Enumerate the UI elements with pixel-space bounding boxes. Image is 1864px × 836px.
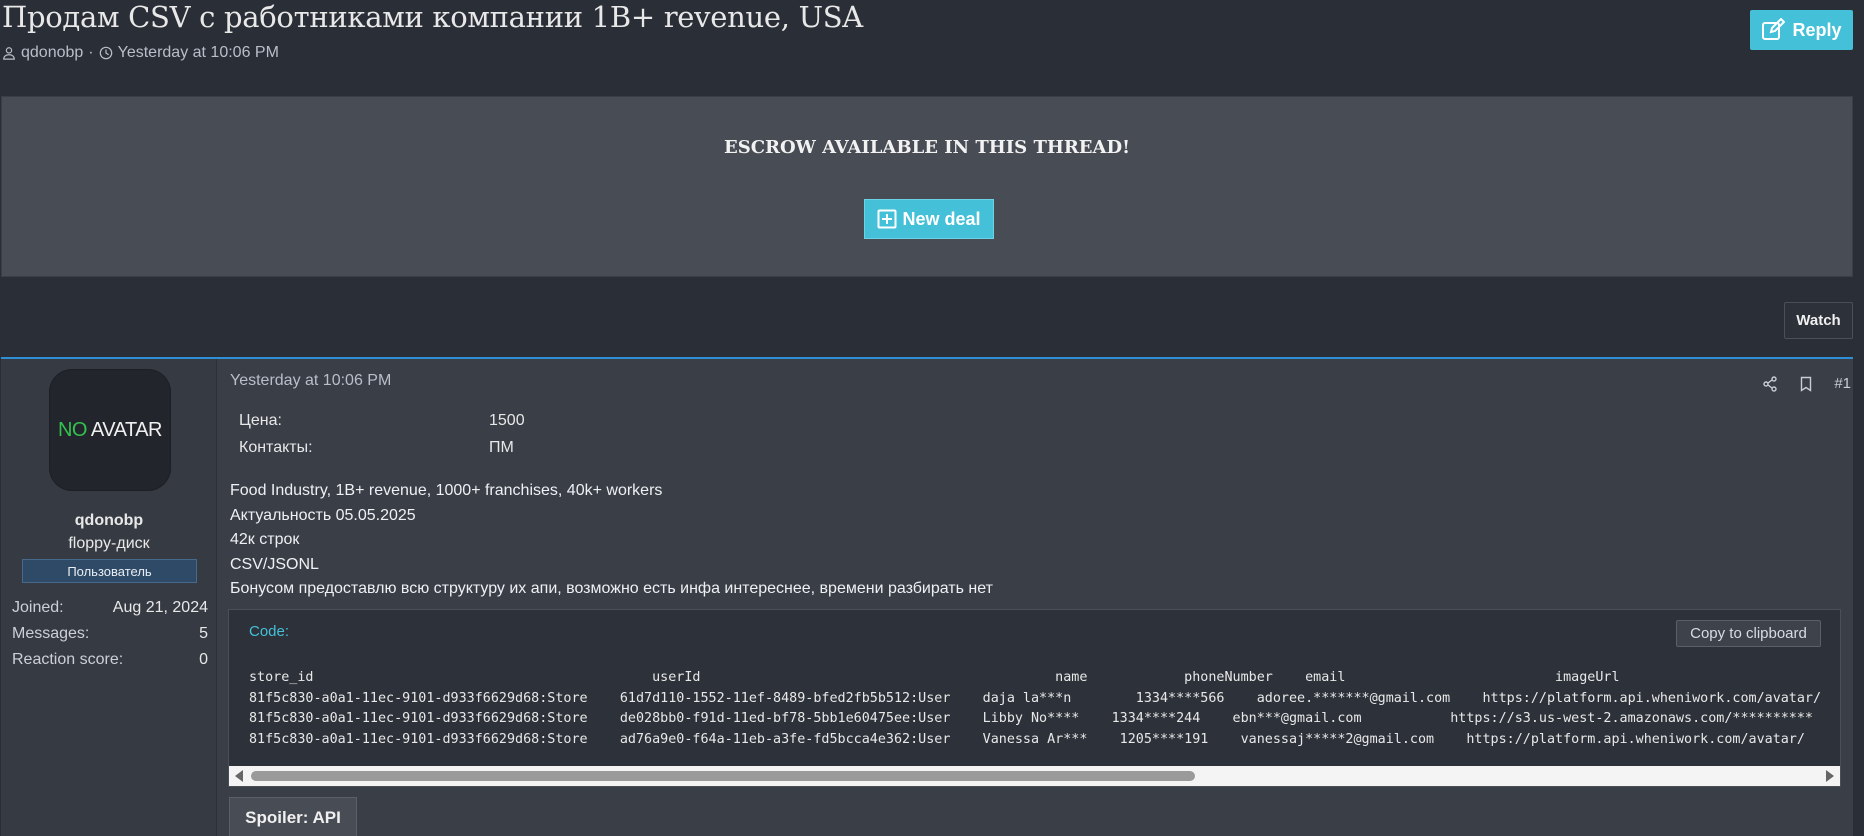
new-deal-button[interactable]: New deal	[864, 199, 994, 239]
new-deal-label: New deal	[902, 208, 981, 229]
stat-value[interactable]: 5	[199, 621, 208, 647]
body-line: CSV/JSONL	[230, 555, 319, 573]
code-horizontal-scrollbar[interactable]	[229, 766, 1840, 786]
code-label: Code:	[249, 623, 290, 640]
field-label: Цена:	[239, 412, 282, 429]
stat-reaction-score: Reaction score: 0	[12, 647, 208, 673]
scroll-left-arrow-icon[interactable]	[235, 770, 243, 782]
bookmark-icon[interactable]	[1798, 376, 1814, 392]
field-price: Цена: 1500	[239, 407, 525, 434]
user-banner: Пользователь	[22, 559, 197, 583]
stat-value: Aug 21, 2024	[112, 599, 208, 616]
stat-value: 0	[199, 651, 208, 668]
plus-square-icon	[877, 209, 897, 229]
stat-label: Messages:	[12, 625, 90, 642]
user-icon	[3, 47, 15, 60]
post-actions: #1	[1762, 375, 1851, 392]
stat-label: Reaction score:	[12, 651, 124, 668]
body-line: Food Industry, 1B+ revenue, 1000+ franch…	[230, 482, 663, 499]
thread-title: Продам CSV с работниками компании 1B+ re…	[2, 0, 863, 34]
post-body: Food Industry, 1B+ revenue, 1000+ franch…	[230, 479, 993, 602]
reply-button[interactable]: Reply	[1750, 10, 1853, 50]
code-line: 81f5c830-a0a1-11ec-9101-d933f6629d68:Sto…	[249, 690, 1822, 706]
stat-label: Joined:	[12, 599, 64, 616]
field-contacts: Контакты: ПМ	[239, 434, 525, 461]
user-stats: Joined: Aug 21, 2024 Messages: 5 Reactio…	[12, 595, 208, 673]
reply-button-label: Reply	[1792, 19, 1842, 40]
thread-author-link[interactable]: qdonobp	[21, 44, 83, 62]
post-username[interactable]: qdonobp	[1, 512, 217, 530]
stat-messages: Messages: 5	[12, 621, 208, 647]
code-line: 81f5c830-a0a1-11ec-9101-d933f6629d68:Sto…	[249, 731, 1805, 747]
code-line: store_id userId name phoneNumber email i…	[249, 670, 1620, 685]
field-value: 1500	[489, 412, 525, 429]
watch-button[interactable]: Watch	[1784, 302, 1853, 339]
post-fields: Цена: 1500 Контакты: ПМ	[239, 407, 525, 461]
avatar[interactable]: NO AVATAR	[50, 370, 170, 490]
stat-joined: Joined: Aug 21, 2024	[12, 595, 208, 621]
meta-separator: ·	[88, 44, 94, 61]
post-number-link[interactable]: #1	[1834, 375, 1851, 392]
body-line: Бонусом предоставлю всю структуру их апи…	[230, 580, 993, 597]
scroll-right-arrow-icon[interactable]	[1826, 770, 1834, 782]
code-line: 81f5c830-a0a1-11ec-9101-d933f6629d68:Sto…	[249, 711, 1813, 726]
code-block: Code: Copy to clipboard store_id userId …	[228, 609, 1841, 787]
thread-date-link[interactable]: Yesterday at 10:06 PM	[118, 44, 279, 62]
copy-to-clipboard-button[interactable]: Copy to clipboard	[1676, 620, 1821, 647]
post-content: Yesterday at 10:06 PM #1 Цена: 1500 Конт…	[228, 359, 1853, 836]
post-date-link[interactable]: Yesterday at 10:06 PM	[230, 372, 391, 390]
post-user-info: NO AVATAR qdonobp floppy-диск Пользовате…	[1, 359, 217, 836]
post-1: NO AVATAR qdonobp floppy-диск Пользовате…	[1, 357, 1853, 836]
body-line: Актуальность 05.05.2025	[230, 506, 416, 524]
share-icon[interactable]	[1762, 375, 1778, 392]
scroll-thumb[interactable]	[251, 771, 1195, 781]
edit-icon	[1762, 18, 1786, 40]
escrow-panel: ESCROW AVAILABLE IN THIS THREAD! New dea…	[1, 96, 1853, 277]
field-label: Контакты:	[239, 439, 313, 456]
escrow-title: ESCROW AVAILABLE IN THIS THREAD!	[723, 137, 1131, 158]
thread-meta: qdonobp · Yesterday at 10:06 PM	[2, 44, 279, 62]
body-line: 42к строк	[230, 531, 300, 548]
spoiler-api-button[interactable]: Spoiler: API	[229, 797, 357, 836]
avatar-text: AVATAR	[86, 418, 163, 441]
user-title: floppy-диск	[68, 535, 150, 552]
clock-icon	[99, 46, 112, 60]
field-value: ПМ	[489, 439, 514, 456]
code-content: store_id userId name phoneNumber email i…	[249, 668, 1840, 750]
avatar-no-text: NO	[57, 418, 88, 441]
